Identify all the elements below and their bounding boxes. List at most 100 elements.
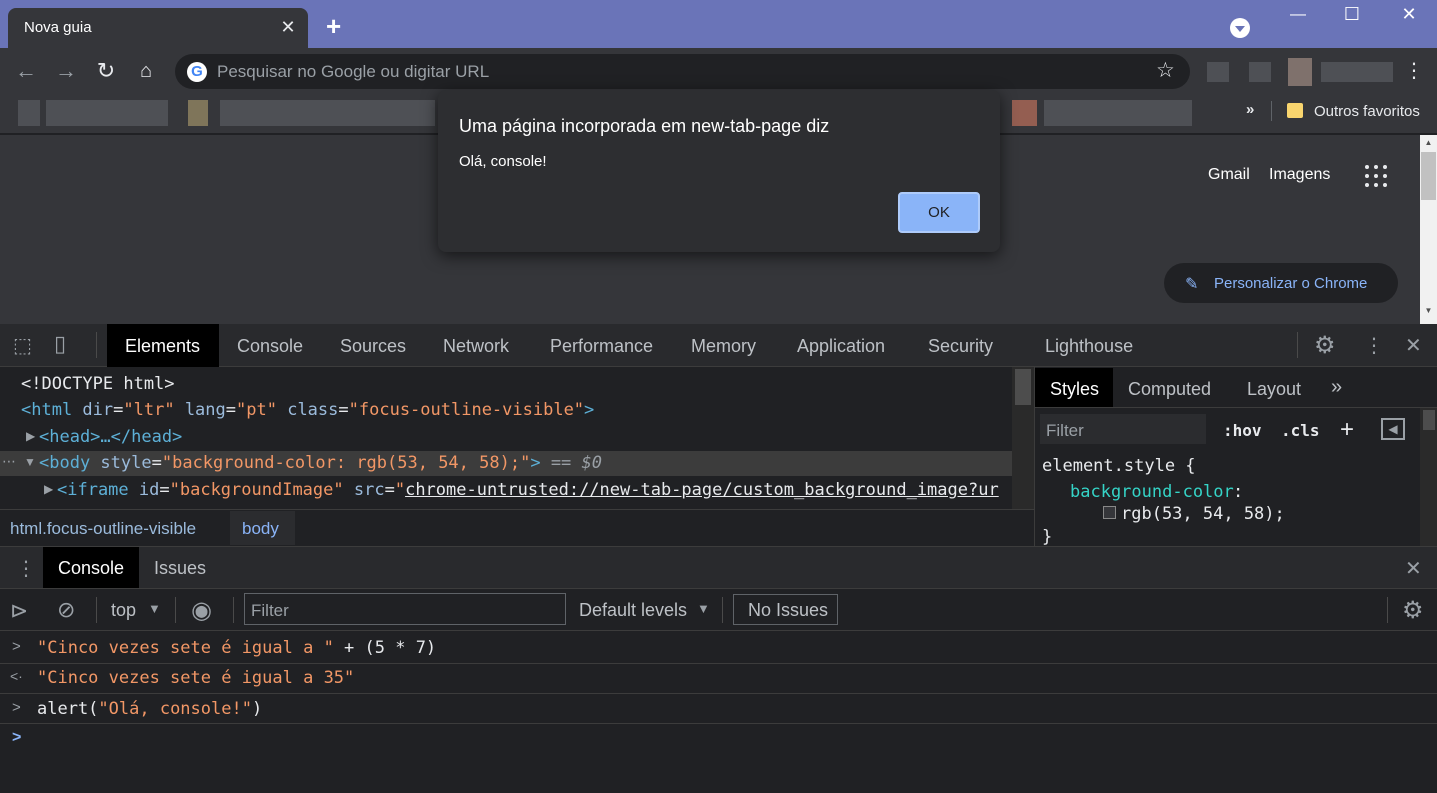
equals-sign: = [159, 480, 170, 500]
console-input-line[interactable]: alert("Olá, console!") [37, 699, 262, 719]
tab-security[interactable]: Security [928, 336, 993, 357]
dom-head-node[interactable]: <head>…</head> [39, 427, 182, 447]
images-link[interactable]: Imagens [1269, 166, 1330, 184]
scroll-up-arrow-icon[interactable]: ▲ [1421, 138, 1436, 150]
tab-network[interactable]: Network [443, 336, 509, 357]
extension-icon[interactable] [1321, 62, 1393, 82]
hov-toggle[interactable]: :hov [1223, 421, 1262, 440]
iframe-src-link[interactable]: chrome-untrusted://new-tab-page/custom_b… [405, 480, 999, 500]
bookmark-item[interactable] [188, 100, 208, 126]
other-favorites-link[interactable]: Outros favoritos [1314, 103, 1420, 120]
bookmark-star-icon[interactable]: ☆ [1156, 58, 1175, 83]
close-window-button[interactable]: ✕ [1399, 4, 1419, 25]
tab-computed[interactable]: Computed [1128, 379, 1211, 400]
tab-lighthouse[interactable]: Lighthouse [1045, 336, 1133, 357]
profile-dropdown-icon[interactable] [1230, 18, 1250, 38]
tab-elements-label[interactable]: Elements [125, 336, 200, 357]
style-rule-selector[interactable]: element.style { [1042, 456, 1196, 476]
new-style-rule-icon[interactable]: + [1340, 416, 1354, 444]
google-apps-icon[interactable] [1365, 165, 1387, 187]
extension-icon[interactable] [1249, 62, 1271, 82]
toggle-sidebar-icon[interactable]: ◀ [1381, 418, 1405, 440]
bookmark-item[interactable] [18, 100, 40, 126]
elements-scrollbar-thumb[interactable] [1015, 369, 1031, 405]
breadcrumb-body[interactable]: body [242, 519, 279, 539]
ok-button[interactable]: OK [898, 192, 980, 233]
inspect-element-icon[interactable]: ⬚ [13, 333, 32, 358]
tab-memory[interactable]: Memory [691, 336, 756, 357]
styles-filter-placeholder[interactable]: Filter [1046, 421, 1084, 441]
equals-sign: = [338, 400, 349, 420]
tab-sources[interactable]: Sources [340, 336, 406, 357]
chrome-menu-icon[interactable]: ⋮ [1404, 58, 1424, 83]
console-filter-placeholder[interactable]: Filter [251, 601, 289, 621]
issues-counter-label[interactable]: No Issues [748, 600, 828, 621]
customize-chrome-label[interactable]: Personalizar o Chrome [1214, 275, 1367, 292]
omnibox-placeholder[interactable]: Pesquisar no Google ou digitar URL [217, 62, 489, 82]
drawer-menu-icon[interactable]: ⋮ [16, 556, 36, 581]
minimize-button[interactable]: — [1288, 6, 1308, 24]
devtools-menu-icon[interactable]: ⋮ [1364, 333, 1384, 358]
dom-iframe-node[interactable]: <iframe id="backgroundImage" src="chrome… [57, 480, 1007, 500]
tab-styles-label[interactable]: Styles [1050, 379, 1099, 400]
context-selector[interactable]: top [111, 600, 136, 621]
console-settings-gear-icon[interactable]: ⚙ [1402, 596, 1424, 625]
scroll-down-arrow-icon[interactable]: ▼ [1421, 306, 1436, 318]
drawer-tab-console-label[interactable]: Console [58, 558, 124, 579]
style-property-value[interactable]: rgb(53, 54, 58); [1121, 504, 1285, 524]
expand-triangle-icon[interactable]: ▶ [44, 482, 53, 496]
log-levels-dropdown[interactable]: Default levels [579, 600, 687, 621]
tab-application[interactable]: Application [797, 336, 885, 357]
style-property-name[interactable]: background-color [1070, 482, 1234, 502]
page-scrollbar-thumb[interactable] [1421, 152, 1436, 200]
drawer-tab-issues[interactable]: Issues [154, 558, 206, 579]
reload-icon[interactable]: ↻ [94, 60, 118, 82]
dom-html-node[interactable]: <html dir="ltr" lang="pt" class="focus-o… [21, 400, 594, 420]
bookmark-item[interactable] [46, 100, 168, 126]
clear-console-icon[interactable]: ⊘ [57, 597, 75, 623]
expand-triangle-icon[interactable]: ▶ [26, 429, 35, 443]
equals-sign: = [151, 453, 162, 473]
extension-icon[interactable] [1207, 62, 1229, 82]
color-swatch[interactable] [1103, 506, 1116, 519]
dom-body-node[interactable]: <body style="background-color: rgb(53, 5… [39, 453, 602, 473]
eye-icon[interactable]: ◉ [191, 596, 212, 625]
console-input-line[interactable]: "Cinco vezes sete é igual a " + (5 * 7) [37, 638, 436, 658]
maximize-button[interactable]: ☐ [1342, 4, 1362, 25]
breadcrumb-html[interactable]: html.focus-outline-visible [10, 519, 196, 539]
console-filter-input[interactable] [244, 593, 566, 625]
bookmark-item[interactable] [220, 100, 435, 126]
console-result-line[interactable]: "Cinco vezes sete é igual a 35" [37, 668, 354, 688]
bookmark-item[interactable] [1044, 100, 1192, 126]
close-drawer-icon[interactable]: ✕ [1405, 556, 1422, 581]
tab-console[interactable]: Console [237, 336, 303, 357]
more-dots-icon[interactable]: ⋯ [2, 453, 16, 470]
toolbar-divider [175, 597, 176, 623]
collapse-triangle-icon[interactable]: ▼ [24, 455, 36, 469]
styles-scrollbar-thumb[interactable] [1423, 410, 1435, 430]
tab-close-icon[interactable]: ✕ [278, 17, 298, 37]
back-arrow-icon[interactable]: ← [14, 60, 38, 82]
gmail-link[interactable]: Gmail [1208, 166, 1250, 184]
bookmark-item[interactable] [1012, 100, 1037, 126]
string-literal: "Cinco vezes sete é igual a " [37, 638, 334, 658]
chevron-down-icon[interactable]: ▼ [697, 601, 710, 616]
dom-doctype[interactable]: <!DOCTYPE html> [21, 374, 175, 394]
device-toolbar-icon[interactable]: ▯ [54, 331, 66, 357]
close-devtools-icon[interactable]: ✕ [1405, 333, 1422, 358]
tab-layout[interactable]: Layout [1247, 379, 1301, 400]
attr-value: "background-color: rgb(53, 54, 58);" [161, 453, 531, 473]
tab-performance[interactable]: Performance [550, 336, 653, 357]
home-icon[interactable]: ⌂ [134, 60, 158, 82]
extension-icon[interactable] [1288, 58, 1312, 86]
bookmarks-overflow-button[interactable]: » [1246, 101, 1254, 118]
new-tab-button[interactable]: + [326, 13, 341, 39]
more-tabs-chevron-icon[interactable]: » [1331, 376, 1342, 399]
settings-gear-icon[interactable]: ⚙ [1314, 331, 1336, 360]
console-prompt-input[interactable]: > [12, 729, 21, 747]
cls-toggle[interactable]: .cls [1281, 421, 1320, 440]
attr-name: lang [174, 400, 226, 420]
sidebar-toggle-icon[interactable]: ⊳ [10, 598, 28, 624]
chevron-down-icon[interactable]: ▼ [148, 601, 161, 616]
forward-arrow-icon[interactable]: → [54, 60, 78, 82]
